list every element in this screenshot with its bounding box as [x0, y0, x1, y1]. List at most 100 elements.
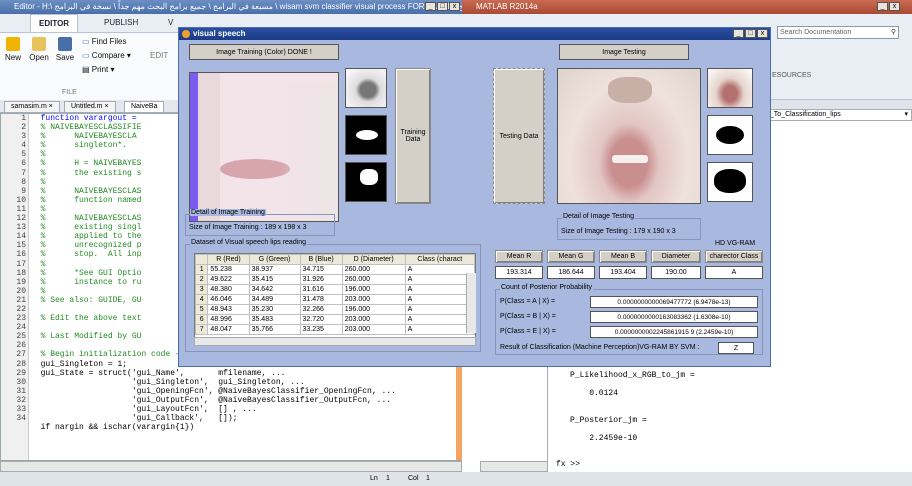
table-cell[interactable]: 35.483	[248, 314, 301, 325]
editor-horizontal-scrollbar[interactable]	[0, 461, 462, 472]
table-row[interactable]: 1 55.238 38.937 34.715 260.000 A	[195, 264, 475, 275]
table-header-cell[interactable]: B (Blue)	[299, 254, 343, 265]
file-tab[interactable]: NaiveBa	[124, 101, 165, 113]
file-tab[interactable]: Untitled.m ×	[64, 101, 116, 113]
table-row[interactable]: 5 48.943 35.230 32.266 196.000 A	[195, 304, 475, 315]
table-cell[interactable]: 31.478	[299, 294, 343, 305]
table-row[interactable]: 3 48.380 34.642 31.616 196.000 A	[195, 284, 475, 295]
code-line[interactable]: 'gui_OpeningFcn', @NaiveBayesClassifier_…	[31, 387, 461, 396]
table-cell[interactable]: 34.642	[248, 284, 301, 295]
maximize-icon[interactable]: □	[745, 29, 756, 38]
code-line[interactable]: if nargin && ischar(varargin{1})	[31, 423, 461, 432]
close-icon[interactable]: x	[449, 2, 460, 11]
table-cell[interactable]: 48.943	[207, 304, 250, 315]
close-tab-icon[interactable]: ×	[49, 103, 53, 110]
row-index-cell[interactable]: 5	[195, 304, 209, 315]
row-index-cell[interactable]: 6	[195, 314, 209, 325]
table-cell[interactable]: A	[404, 324, 475, 335]
table-cell[interactable]: 35.230	[248, 304, 301, 315]
table-cell[interactable]: 34.715	[299, 264, 343, 275]
table-cell[interactable]: 260.000	[341, 274, 406, 285]
table-cell[interactable]: A	[404, 294, 475, 305]
table-cell[interactable]: 32.266	[299, 304, 343, 315]
table-vertical-scrollbar[interactable]	[466, 273, 476, 333]
minimize-icon[interactable]: _	[733, 29, 744, 38]
mean-header-button[interactable]: Mean B	[599, 250, 647, 263]
table-cell[interactable]: 196.000	[341, 284, 406, 295]
table-cell[interactable]: 46.046	[207, 294, 250, 305]
code-line[interactable]: 'gui_Callback', []);	[31, 414, 461, 423]
minimize-icon[interactable]: _	[877, 2, 888, 11]
testing-data-button[interactable]: Testing Data	[493, 68, 545, 204]
table-header-cell[interactable]	[195, 254, 209, 265]
close-icon[interactable]: x	[889, 2, 900, 11]
dataset-table-wrap[interactable]: R (Red) G (Green) B (Blue) D (Diameter) Clas…	[194, 253, 476, 345]
mean-header-button[interactable]: charector Class	[705, 250, 763, 263]
table-cell[interactable]: 35.766	[248, 324, 301, 335]
table-cell[interactable]: 48.047	[207, 324, 250, 335]
table-cell[interactable]: 260.000	[341, 264, 406, 275]
table-cell[interactable]: 203.000	[341, 324, 406, 335]
table-cell[interactable]: A	[404, 274, 475, 285]
table-cell[interactable]: 34.489	[248, 294, 301, 305]
table-row[interactable]: 6 48.996 35.483 32.720 203.000 A	[195, 314, 475, 325]
compare-button[interactable]: ▭ Compare ▾	[82, 51, 131, 60]
code-line[interactable]: 'gui_LayoutFcn', [] , ...	[31, 405, 461, 414]
code-line[interactable]: gui_State = struct('gui_Name', mfilename…	[31, 369, 461, 378]
table-header-cell[interactable]: G (Green)	[248, 254, 301, 265]
command-prompt[interactable]: fx >>	[556, 460, 580, 469]
table-row[interactable]: 7 48.047 35.766 33.235 203.000 A	[195, 324, 475, 335]
table-cell[interactable]: 32.720	[299, 314, 343, 325]
tab-publish[interactable]: PUBLISH	[96, 14, 146, 32]
table-cell[interactable]: 196.000	[341, 304, 406, 315]
table-cell[interactable]: A	[404, 284, 475, 295]
table-header-cell[interactable]: D (Diameter)	[341, 254, 406, 265]
row-index-cell[interactable]: 7	[195, 324, 209, 335]
table-cell[interactable]: 203.000	[341, 294, 406, 305]
search-icon[interactable]: ⚲	[891, 27, 896, 38]
row-index-cell[interactable]: 2	[195, 274, 209, 285]
print-button[interactable]: ▤ Print ▾	[82, 65, 115, 74]
table-header-cell[interactable]: R (Red)	[207, 254, 250, 265]
minimize-icon[interactable]: _	[425, 2, 436, 11]
table-header-cell[interactable]: Class (charact	[404, 254, 475, 265]
maximize-icon[interactable]: □	[437, 2, 448, 11]
table-cell[interactable]: 55.238	[207, 264, 250, 275]
table-cell[interactable]: 31.616	[299, 284, 343, 295]
table-cell[interactable]: 31.926	[299, 274, 343, 285]
search-documentation-input[interactable]: Search Documentation ⚲	[777, 26, 899, 39]
file-tab[interactable]: samasim.m ×	[4, 101, 60, 113]
current-folder-bar[interactable]: e_To_Classification_lips ▾	[762, 109, 912, 121]
table-cell[interactable]: A	[404, 264, 475, 275]
row-index-cell[interactable]: 3	[195, 284, 209, 295]
table-cell[interactable]: 48.380	[207, 284, 250, 295]
table-cell[interactable]: A	[404, 304, 475, 315]
row-index-cell[interactable]: 1	[195, 264, 209, 275]
table-cell[interactable]: A	[404, 314, 475, 325]
table-cell[interactable]: 35.415	[248, 274, 301, 285]
close-icon[interactable]: x	[757, 29, 768, 38]
table-horizontal-scrollbar[interactable]	[194, 337, 476, 346]
training-data-button[interactable]: Training Data	[395, 68, 431, 204]
find-files-button[interactable]: ▭ Find Files	[82, 37, 126, 46]
mean-header-button[interactable]: Mean R	[495, 250, 543, 263]
new-button[interactable]: New	[2, 37, 24, 62]
mean-header-button[interactable]: Diameter	[651, 250, 701, 263]
tab-editor[interactable]: EDITOR	[30, 14, 79, 32]
left-panel-scrollbar[interactable]	[480, 461, 548, 472]
table-row[interactable]: 2 49.622 35.415 31.926 260.000 A	[195, 274, 475, 285]
mean-header-button[interactable]: Mean G	[547, 250, 595, 263]
chevron-down-icon[interactable]: ▾	[904, 110, 908, 120]
save-button[interactable]: Save	[54, 37, 76, 62]
table-cell[interactable]: 38.937	[248, 264, 301, 275]
table-cell[interactable]: 203.000	[341, 314, 406, 325]
code-line[interactable]: 'gui_OutputFcn', @NaiveBayesClassifier_O…	[31, 396, 461, 405]
close-tab-icon[interactable]: ×	[104, 103, 108, 110]
open-button[interactable]: Open	[28, 37, 50, 62]
table-cell[interactable]: 48.996	[207, 314, 250, 325]
table-row[interactable]: 4 46.046 34.489 31.478 203.000 A	[195, 294, 475, 305]
code-line[interactable]: 'gui_Singleton', gui_Singleton, ...	[31, 378, 461, 387]
table-cell[interactable]: 33.235	[299, 324, 343, 335]
row-index-cell[interactable]: 4	[195, 294, 209, 305]
table-cell[interactable]: 49.622	[207, 274, 250, 285]
